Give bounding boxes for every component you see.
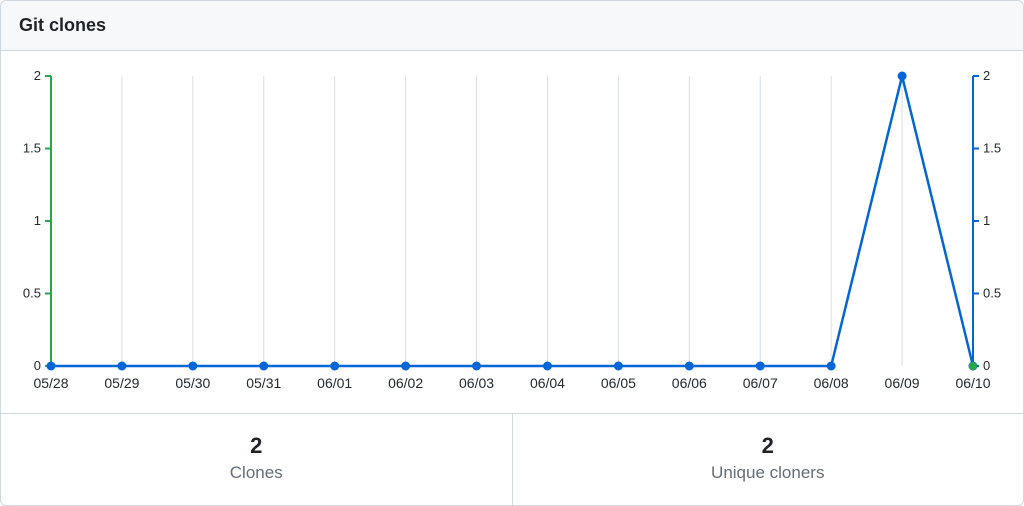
y-tick-label-right: 0.5 xyxy=(983,286,1001,301)
x-tick-label: 06/08 xyxy=(814,375,849,391)
clones-point[interactable] xyxy=(330,362,339,371)
clones-point[interactable] xyxy=(685,362,694,371)
y-tick-label-left: 2 xyxy=(34,68,41,83)
uniques-point[interactable] xyxy=(969,362,977,370)
summary-uniques: 2 Unique cloners xyxy=(512,414,1024,505)
summary-uniques-label: Unique cloners xyxy=(513,463,1024,483)
clones-point[interactable] xyxy=(472,362,481,371)
x-tick-label: 06/09 xyxy=(885,375,920,391)
x-tick-label: 05/29 xyxy=(104,375,139,391)
y-tick-label-left: 1.5 xyxy=(23,141,41,156)
clones-point[interactable] xyxy=(756,362,765,371)
clones-point[interactable] xyxy=(188,362,197,371)
y-tick-label-right: 2 xyxy=(983,68,990,83)
x-tick-label: 06/06 xyxy=(672,375,707,391)
x-tick-label: 05/30 xyxy=(175,375,210,391)
summary-clones-value: 2 xyxy=(1,432,512,461)
y-tick-label-right: 0 xyxy=(983,358,990,373)
clones-point[interactable] xyxy=(614,362,623,371)
clones-point[interactable] xyxy=(401,362,410,371)
series-clones-line xyxy=(51,76,973,366)
summary-uniques-value: 2 xyxy=(513,432,1024,461)
x-tick-label: 06/01 xyxy=(317,375,352,391)
git-clones-panel: Git clones 00.511.5200.511.5205/2805/290… xyxy=(0,0,1024,506)
x-tick-label: 06/07 xyxy=(743,375,778,391)
clones-point[interactable] xyxy=(117,362,126,371)
x-tick-label: 05/31 xyxy=(246,375,281,391)
x-tick-label: 05/28 xyxy=(33,375,68,391)
clones-point[interactable] xyxy=(47,362,56,371)
summary-row: 2 Clones 2 Unique cloners xyxy=(1,413,1023,505)
summary-clones: 2 Clones xyxy=(1,414,512,505)
clones-chart: 0 0.5 1 1.5 2 0 0.5 1 1.5 2 05/28 05/29 05/30 05/31 06… xyxy=(1,51,1023,401)
y-tick-label-right: 1 xyxy=(983,213,990,228)
chart-area: 0 0.5 1 1.5 2 0 0.5 1 1.5 2 05/28 05/29 05/30 05/31 06… xyxy=(1,51,1023,413)
x-tick-label: 06/02 xyxy=(388,375,423,391)
clones-point[interactable] xyxy=(543,362,552,371)
y-tick-label-left: 0.5 xyxy=(23,286,41,301)
clones-point[interactable] xyxy=(827,362,836,371)
summary-clones-label: Clones xyxy=(1,463,512,483)
panel-title: Git clones xyxy=(19,15,1005,36)
x-tick-label: 06/04 xyxy=(530,375,565,391)
y-tick-label-left: 1 xyxy=(34,213,41,228)
x-tick-label: 06/03 xyxy=(459,375,494,391)
x-tick-label: 06/10 xyxy=(955,375,990,391)
clones-point[interactable] xyxy=(259,362,268,371)
clones-point[interactable] xyxy=(898,72,907,81)
y-tick-label-right: 1.5 xyxy=(983,141,1001,156)
panel-header: Git clones xyxy=(1,1,1023,51)
x-tick-label: 06/05 xyxy=(601,375,636,391)
y-tick-label-left: 0 xyxy=(34,358,41,373)
